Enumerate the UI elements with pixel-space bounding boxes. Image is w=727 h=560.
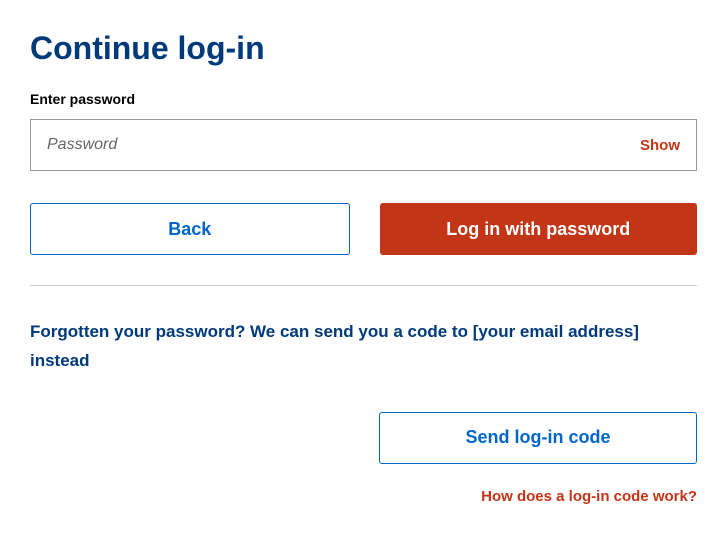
password-label: Enter password [30,91,697,107]
help-link-row: How does a log-in code work? [30,488,697,505]
password-input-wrapper: Show [30,119,697,171]
button-row: Back Log in with password [30,203,697,255]
page-title: Continue log-in [30,30,697,67]
show-password-toggle[interactable]: Show [624,137,696,154]
back-button[interactable]: Back [30,203,350,255]
forgotten-password-text: Forgotten your password? We can send you… [30,318,697,376]
send-code-row: Send log-in code [30,412,697,464]
divider [30,285,697,286]
send-code-button[interactable]: Send log-in code [379,412,697,464]
help-link[interactable]: How does a log-in code work? [481,488,697,505]
password-input[interactable] [31,122,624,168]
login-button[interactable]: Log in with password [380,203,698,255]
